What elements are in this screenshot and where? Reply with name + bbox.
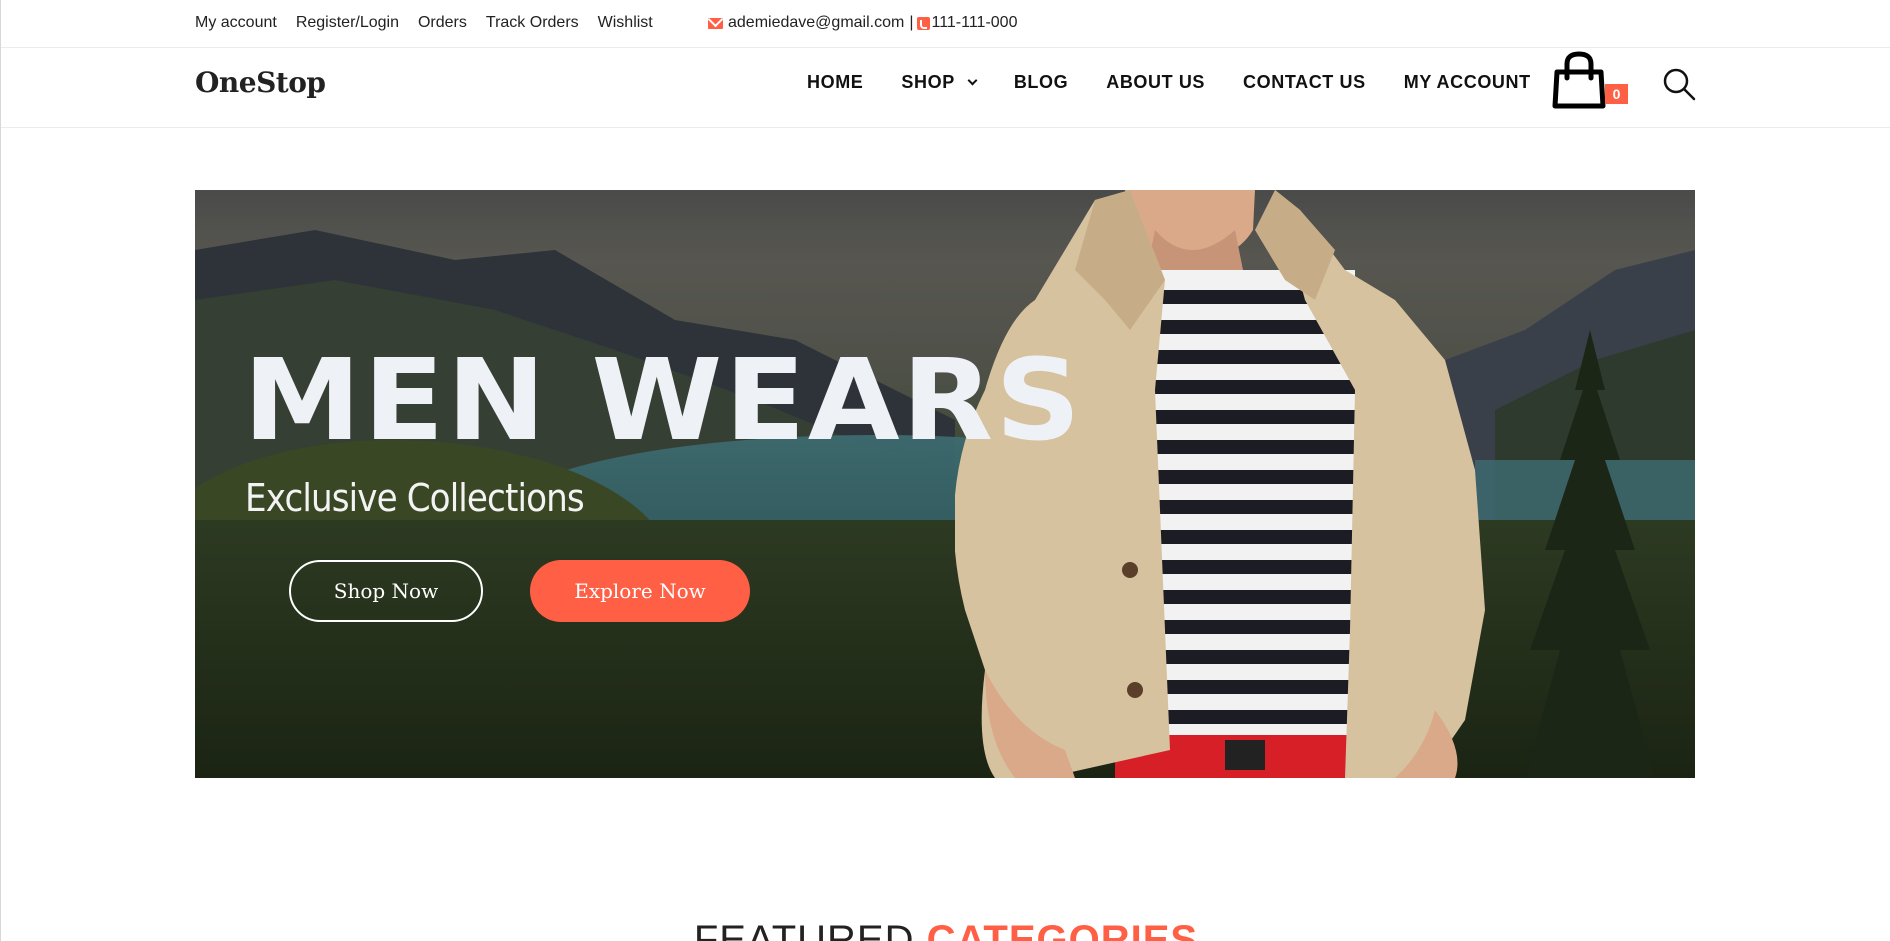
track-orders-link[interactable]: Track Orders xyxy=(486,14,579,32)
model-photo xyxy=(955,190,1485,778)
nav-my-account[interactable]: MY ACCOUNT xyxy=(1404,72,1531,93)
featured-categories-heading: FEATURED CATEGORIES xyxy=(1,918,1890,941)
explore-now-button[interactable]: Explore Now xyxy=(530,560,750,622)
orders-link[interactable]: Orders xyxy=(418,14,467,32)
contact-info: ademiedave@gmail.com | 111-111-000 xyxy=(708,14,1017,32)
nav-contact[interactable]: CONTACT US xyxy=(1243,72,1366,93)
categories-word: CATEGORIES xyxy=(926,918,1199,941)
wishlist-link[interactable]: Wishlist xyxy=(598,14,653,32)
top-links: My account Register/Login Orders Track O… xyxy=(195,14,653,32)
pine-tree xyxy=(1525,330,1655,778)
search-icon[interactable] xyxy=(1661,66,1697,102)
shop-now-button[interactable]: Shop Now xyxy=(289,560,483,622)
nav-home[interactable]: HOME xyxy=(807,72,863,93)
contact-separator: | xyxy=(909,14,914,31)
hero-banner: MEN WEARS Exclusive Collections Shop Now… xyxy=(195,190,1695,778)
featured-word: FEATURED xyxy=(693,918,915,941)
main-nav: HOME SHOP BLOG ABOUT US CONTACT US MY AC… xyxy=(807,72,1531,93)
site-logo[interactable]: OneStop xyxy=(195,66,326,99)
nav-about[interactable]: ABOUT US xyxy=(1106,72,1205,93)
nav-blog[interactable]: BLOG xyxy=(1014,72,1068,93)
nav-shop[interactable]: SHOP xyxy=(901,72,978,93)
my-account-link[interactable]: My account xyxy=(195,14,277,32)
hero-title: MEN WEARS xyxy=(243,336,1083,466)
contact-email: ademiedave@gmail.com xyxy=(728,14,905,31)
hero-subtitle: Exclusive Collections xyxy=(245,476,585,520)
nav-shop-label: SHOP xyxy=(901,72,955,92)
top-bar: My account Register/Login Orders Track O… xyxy=(1,0,1890,48)
cart-button[interactable]: 0 xyxy=(1549,50,1629,110)
main-header: OneStop HOME SHOP BLOG ABOUT US CONTACT … xyxy=(1,48,1890,128)
register-login-link[interactable]: Register/Login xyxy=(296,14,399,32)
cart-count-badge: 0 xyxy=(1605,84,1628,104)
phone-icon xyxy=(917,16,931,30)
mail-icon xyxy=(708,17,723,29)
shopping-bag-icon xyxy=(1552,51,1606,109)
contact-phone: 111-111-000 xyxy=(931,14,1018,31)
chevron-down-icon xyxy=(967,75,978,85)
